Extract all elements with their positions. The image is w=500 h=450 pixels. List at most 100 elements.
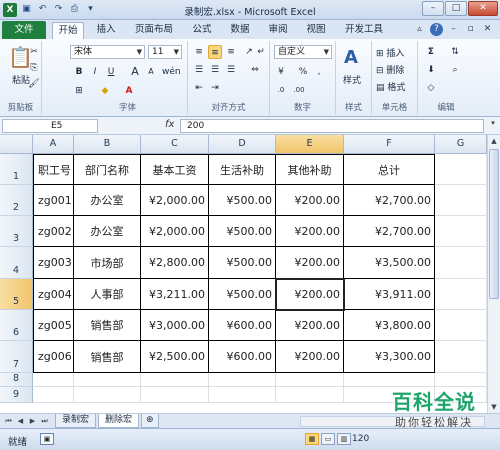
row-header-5[interactable]: 5 (0, 279, 33, 310)
tab-page-layout[interactable]: 页面布局 (128, 22, 180, 39)
tab-developer[interactable]: 开发工具 (338, 22, 390, 39)
increase-decimal-icon[interactable]: .0 (274, 83, 288, 97)
window-restore-icon[interactable]: ▫ (464, 23, 477, 36)
row-header-9[interactable]: 9 (0, 387, 33, 403)
table-cell[interactable]: ¥200.00 (276, 341, 344, 373)
scroll-thumb[interactable] (489, 149, 499, 299)
row-header-1[interactable]: 1 (0, 154, 33, 185)
insert-cells-button[interactable]: ⊞ 插入 (376, 46, 404, 59)
wrap-text-icon[interactable]: ↵ (254, 45, 268, 59)
table-cell[interactable]: ¥3,211.00 (141, 279, 209, 310)
table-cell[interactable]: zg005 (33, 310, 74, 341)
font-size-select[interactable]: 11 ▼ (148, 45, 182, 59)
name-box[interactable]: E5 (2, 119, 98, 133)
vertical-scrollbar[interactable]: ▲ ▼ (487, 135, 500, 413)
column-header-f[interactable]: F (344, 135, 435, 154)
align-center-icon[interactable]: ☰ (208, 63, 222, 77)
phonetic-button[interactable]: wén (162, 65, 181, 79)
insert-function-button[interactable]: fx (165, 119, 174, 130)
decrease-decimal-icon[interactable]: .00 (292, 83, 306, 97)
table-cell[interactable] (33, 373, 74, 387)
autosum-icon[interactable]: Σ (424, 45, 438, 59)
table-cell[interactable] (209, 387, 276, 403)
table-cell[interactable] (141, 373, 209, 387)
delete-cells-button[interactable]: ⊟ 删除 (376, 63, 404, 76)
merge-center-icon[interactable]: ⇔ (248, 63, 262, 77)
table-cell[interactable] (435, 373, 487, 387)
insert-sheet-icon[interactable]: ⊕ (141, 414, 159, 428)
table-cell[interactable]: 人事部 (74, 279, 141, 310)
table-cell[interactable]: zg003 (33, 247, 74, 279)
cut-icon[interactable]: ✂ (27, 45, 41, 59)
table-cell[interactable]: ¥2,000.00 (141, 216, 209, 247)
align-top-icon[interactable]: ≡ (192, 45, 206, 59)
close-button[interactable]: ✕ (468, 1, 498, 16)
table-header-cell[interactable]: 生活补助 (209, 154, 276, 185)
grow-font-button[interactable]: A (128, 65, 142, 79)
table-cell[interactable] (33, 387, 74, 403)
table-cell[interactable] (344, 373, 435, 387)
table-cell[interactable] (435, 216, 487, 247)
last-sheet-icon[interactable]: ⏭ (39, 416, 50, 427)
comma-button[interactable]: , (312, 65, 326, 79)
sheet-tab-delete-macro[interactable]: 删除宏 (98, 414, 140, 428)
page-layout-view-icon[interactable]: ▭ (321, 433, 335, 445)
minimize-ribbon-icon[interactable]: ▵ (413, 23, 426, 36)
find-select-icon[interactable]: ⌕ (448, 63, 462, 77)
table-cell[interactable]: ¥500.00 (209, 247, 276, 279)
table-cell[interactable] (435, 341, 487, 373)
table-cell[interactable]: ¥200.00 (276, 216, 344, 247)
first-sheet-icon[interactable]: ⏮ (3, 416, 14, 427)
select-all-corner[interactable] (0, 135, 33, 154)
row-header-6[interactable]: 6 (0, 310, 33, 341)
column-header-d[interactable]: D (209, 135, 276, 154)
table-cell[interactable]: ¥3,800.00 (344, 310, 435, 341)
tab-insert[interactable]: 插入 (90, 22, 122, 39)
align-middle-icon[interactable]: ≡ (208, 45, 222, 59)
percent-button[interactable]: % (296, 65, 310, 79)
increase-indent-icon[interactable]: ⇥ (208, 81, 222, 95)
table-cell[interactable] (74, 373, 141, 387)
table-cell[interactable]: zg001 (33, 185, 74, 216)
table-cell[interactable] (74, 387, 141, 403)
table-cell[interactable]: ¥2,700.00 (344, 185, 435, 216)
next-sheet-icon[interactable]: ▶ (27, 416, 38, 427)
table-cell[interactable]: ¥200.00 (275, 278, 345, 311)
align-bottom-icon[interactable]: ≡ (224, 45, 238, 59)
tab-data[interactable]: 数据 (224, 22, 256, 39)
help-icon[interactable]: ? (430, 23, 443, 36)
row-header-3[interactable]: 3 (0, 216, 33, 247)
table-cell[interactable] (276, 387, 344, 403)
window-minimize-icon[interactable]: – (447, 23, 460, 36)
currency-button[interactable]: ¥ (274, 65, 288, 79)
number-format-select[interactable]: 自定义 ▼ (274, 45, 332, 59)
maximize-button[interactable]: □ (445, 1, 467, 16)
table-cell[interactable]: ¥3,500.00 (344, 247, 435, 279)
table-header-cell[interactable]: 总计 (344, 154, 435, 185)
scroll-up-icon[interactable]: ▲ (488, 135, 500, 147)
minimize-button[interactable]: – (422, 1, 444, 16)
table-cell[interactable]: ¥500.00 (209, 185, 276, 216)
table-cell[interactable]: 销售部 (74, 310, 141, 341)
table-header-cell[interactable]: 其他补助 (276, 154, 344, 185)
table-cell[interactable]: ¥500.00 (209, 279, 276, 310)
table-cell[interactable]: ¥3,000.00 (141, 310, 209, 341)
tab-formulas[interactable]: 公式 (186, 22, 218, 39)
font-color-icon[interactable]: A (122, 84, 136, 98)
tab-home[interactable]: 开始 (52, 22, 84, 39)
table-cell[interactable]: ¥2,700.00 (344, 216, 435, 247)
table-cell[interactable] (435, 154, 487, 185)
table-cell[interactable]: zg002 (33, 216, 74, 247)
column-header-b[interactable]: B (74, 135, 141, 154)
table-cell[interactable]: 办公室 (74, 216, 141, 247)
italic-button[interactable]: I (88, 65, 102, 79)
table-cell[interactable] (435, 279, 487, 310)
column-header-a[interactable]: A (33, 135, 74, 154)
tab-view[interactable]: 视图 (300, 22, 332, 39)
table-cell[interactable] (209, 373, 276, 387)
table-cell[interactable]: ¥2,000.00 (141, 185, 209, 216)
borders-icon[interactable]: ⊞ (72, 84, 86, 98)
row-header-7[interactable]: 7 (0, 341, 33, 373)
table-cell[interactable]: ¥500.00 (209, 216, 276, 247)
fill-color-icon[interactable]: ◆ (98, 84, 112, 98)
